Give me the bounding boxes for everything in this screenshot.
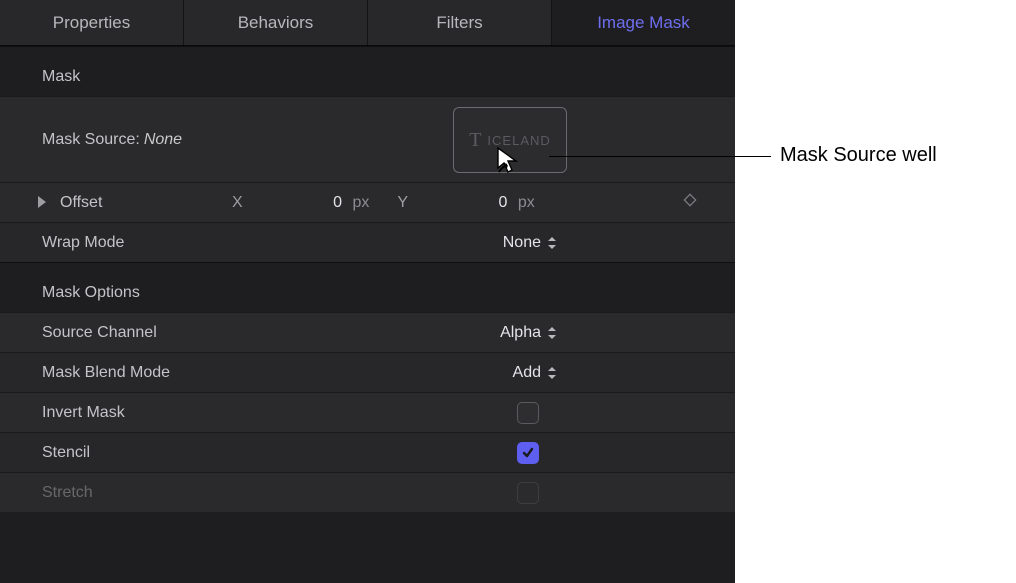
popup-arrows-icon (547, 366, 557, 380)
source-channel-value: Alpha (500, 324, 541, 342)
inspector-tabs: Properties Behaviors Filters Image Mask (0, 0, 735, 46)
mask-blend-mode-value: Add (513, 364, 541, 382)
popup-arrows-icon (547, 236, 557, 250)
offset-y-field[interactable]: 0 px (447, 194, 534, 212)
invert-mask-label: Invert Mask (42, 404, 232, 422)
section-header-mask-options: Mask Options (0, 270, 735, 312)
mask-blend-mode-label: Mask Blend Mode (42, 364, 232, 382)
tab-label: Filters (436, 13, 482, 33)
offset-x-axis-label: X (232, 194, 254, 212)
row-invert-mask: Invert Mask (0, 392, 735, 432)
offset-label-text: Offset (60, 194, 102, 211)
divider (0, 46, 735, 54)
mask-source-label: Mask Source: (42, 131, 140, 149)
offset-y-unit: px (518, 194, 535, 211)
offset-fields: X 0 px Y 0 px (232, 193, 717, 212)
row-stencil: Stencil (0, 432, 735, 472)
row-source-channel: Source Channel Alpha (0, 312, 735, 352)
mask-source-value: None (144, 131, 182, 149)
tab-label: Behaviors (238, 13, 314, 33)
row-wrap-mode: Wrap Mode None (0, 222, 735, 262)
invert-mask-checkbox[interactable] (517, 402, 539, 424)
keyframe-diamond-icon[interactable] (683, 193, 697, 212)
inspector-panel: Properties Behaviors Filters Image Mask … (0, 0, 735, 583)
offset-label[interactable]: Offset (42, 194, 232, 212)
row-stretch: Stretch (0, 472, 735, 512)
stencil-checkbox[interactable] (517, 442, 539, 464)
offset-y-axis-label: Y (397, 194, 419, 212)
tab-label: Image Mask (597, 13, 690, 33)
tab-properties[interactable]: Properties (0, 0, 184, 45)
offset-x-unit: px (352, 194, 369, 211)
callout-label: Mask Source well (780, 144, 937, 167)
tab-image-mask[interactable]: Image Mask (552, 0, 735, 45)
divider (0, 262, 735, 270)
wrap-mode-value: None (503, 234, 541, 252)
mask-blend-mode-select[interactable]: Add (232, 364, 717, 382)
row-offset: Offset X 0 px Y 0 px (0, 182, 735, 222)
row-mask-blend-mode: Mask Blend Mode Add (0, 352, 735, 392)
wrap-mode-select[interactable]: None (232, 234, 717, 252)
offset-x-field[interactable]: 0 px (282, 194, 369, 212)
offset-x-value: 0 (282, 194, 342, 212)
stretch-label: Stretch (42, 484, 232, 502)
tab-behaviors[interactable]: Behaviors (184, 0, 368, 45)
callout-leader-line (549, 156, 771, 157)
stencil-label: Stencil (42, 444, 232, 462)
wrap-mode-label: Wrap Mode (42, 234, 232, 252)
popup-arrows-icon (547, 326, 557, 340)
offset-y-value: 0 (447, 194, 507, 212)
section-header-mask: Mask (0, 54, 735, 96)
text-type-icon: T (469, 129, 481, 152)
disclosure-triangle-icon[interactable] (38, 196, 46, 208)
tab-filters[interactable]: Filters (368, 0, 552, 45)
tab-label: Properties (53, 13, 130, 33)
stretch-checkbox (517, 482, 539, 504)
source-channel-label: Source Channel (42, 324, 232, 342)
mask-source-well[interactable]: T ICELAND (453, 107, 567, 173)
checkmark-icon (521, 446, 535, 460)
row-mask-source: Mask Source: None T ICELAND (0, 96, 735, 182)
source-channel-select[interactable]: Alpha (232, 324, 717, 342)
well-preview-text: ICELAND (487, 133, 550, 148)
